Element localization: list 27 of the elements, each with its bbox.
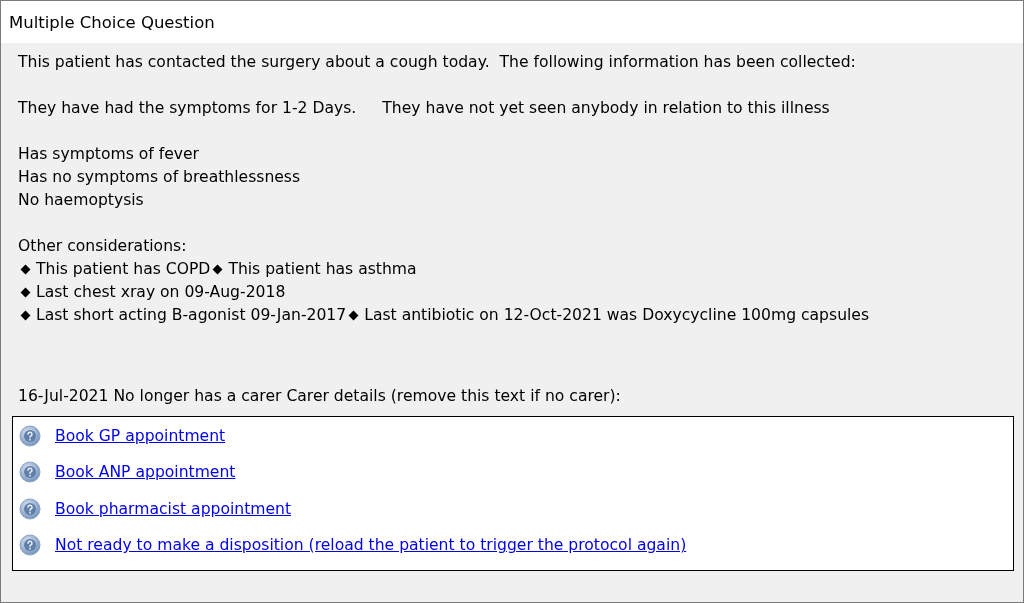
consideration-text: Last short acting B-agonist 09-Jan-2017 xyxy=(36,305,347,326)
bullet-icon xyxy=(20,310,31,321)
symptom-text: Has no symptoms of breathlessness xyxy=(18,167,302,188)
option-link[interactable]: Book pharmacist appointment xyxy=(55,499,292,518)
option-link[interactable]: Book GP appointment xyxy=(55,426,226,445)
consideration-text: This patient has asthma xyxy=(228,259,417,280)
intro-text: This patient has contacted the surgery about a cough today. The following information has been collected: xyxy=(18,52,857,73)
consideration-text: Last chest xray on 09-Aug-2018 xyxy=(36,282,286,303)
help-icon xyxy=(19,534,41,557)
duration-text: They have not yet seen anybody in relation to this illness xyxy=(382,98,830,119)
bullet-icon xyxy=(212,264,223,275)
help-icon xyxy=(19,497,41,520)
help-icon xyxy=(19,424,41,447)
option-link[interactable]: Book ANP appointment xyxy=(55,463,236,482)
window-title: Multiple Choice Question xyxy=(1,1,1023,43)
symptom-text: No haemoptysis xyxy=(18,190,145,211)
bullet-icon xyxy=(348,310,359,321)
carer-text: 16-Jul-2021 No longer has a carer Carer details (remove this text if no carer): xyxy=(18,386,622,407)
consideration-text: This patient has COPD xyxy=(36,259,211,280)
option-link[interactable]: Not ready to make a disposition (reload the patient to trigger the protocol again) xyxy=(55,536,687,555)
symptom-text: Has symptoms of fever xyxy=(18,144,201,165)
section-heading: Other considerations: xyxy=(18,236,188,257)
help-icon xyxy=(19,461,41,484)
bullet-icon xyxy=(20,264,31,275)
duration-text: They have had the symptoms for 1-2 Days. xyxy=(18,98,357,119)
bullet-icon xyxy=(20,287,31,298)
consideration-text: Last antibiotic on 12-Oct-2021 was Doxycycline 100mg capsules xyxy=(364,305,870,326)
